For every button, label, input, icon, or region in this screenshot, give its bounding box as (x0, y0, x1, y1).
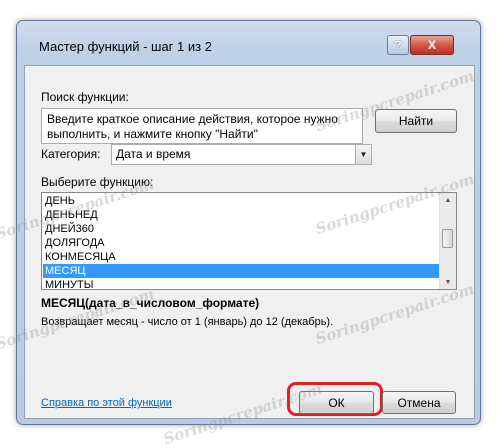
category-select[interactable]: Дата и время (111, 144, 357, 165)
list-item[interactable]: ДЕНЬ (43, 194, 440, 208)
list-item[interactable]: МИНУТЫ (43, 278, 440, 289)
list-scrollbar[interactable]: ▲ ▼ (439, 193, 456, 289)
title-bar[interactable]: Мастер функций - шаг 1 из 2 ? X (17, 21, 480, 65)
dropdown-arrow-icon[interactable]: ▼ (355, 144, 372, 165)
functions-label: Выберите функцию: (41, 175, 154, 189)
dialog-body: Поиск функции: Введите краткое описание … (24, 65, 475, 419)
list-item-selected[interactable]: МЕСЯЦ (43, 264, 440, 278)
function-list[interactable]: ДЕНЬ ДЕНЬНЕД ДНЕЙ360 ДОЛЯГОДА КОНМЕСЯЦА … (41, 192, 457, 290)
scroll-up-icon[interactable]: ▲ (440, 193, 456, 207)
function-description: Возвращает месяц - число от 1 (январь) д… (41, 316, 334, 328)
category-label: Категория: (41, 147, 101, 161)
scroll-thumb[interactable] (442, 229, 453, 248)
function-signature: МЕСЯЦ(дата_в_числовом_формате) (41, 296, 260, 310)
help-button[interactable]: ? (387, 35, 409, 55)
window-title: Мастер функций - шаг 1 из 2 (39, 39, 212, 54)
function-wizard-dialog: Мастер функций - шаг 1 из 2 ? X Поиск фу… (16, 20, 481, 425)
list-item[interactable]: ДНЕЙ360 (43, 222, 440, 236)
close-button[interactable]: X (410, 35, 454, 55)
function-help-link[interactable]: Справка по этой функции (41, 397, 172, 409)
ok-button[interactable]: ОК (299, 391, 374, 414)
list-item[interactable]: КОНМЕСЯЦА (43, 250, 440, 264)
list-item[interactable]: ДЕНЬНЕД (43, 208, 440, 222)
search-input[interactable]: Введите краткое описание действия, котор… (41, 108, 363, 144)
search-label: Поиск функции: (41, 90, 129, 104)
close-icon: X (427, 38, 436, 52)
scroll-down-icon[interactable]: ▼ (440, 275, 456, 289)
find-button[interactable]: Найти (375, 109, 457, 133)
cancel-button[interactable]: Отмена (382, 391, 456, 414)
help-icon: ? (394, 38, 402, 52)
list-item[interactable]: ДОЛЯГОДА (43, 236, 440, 250)
